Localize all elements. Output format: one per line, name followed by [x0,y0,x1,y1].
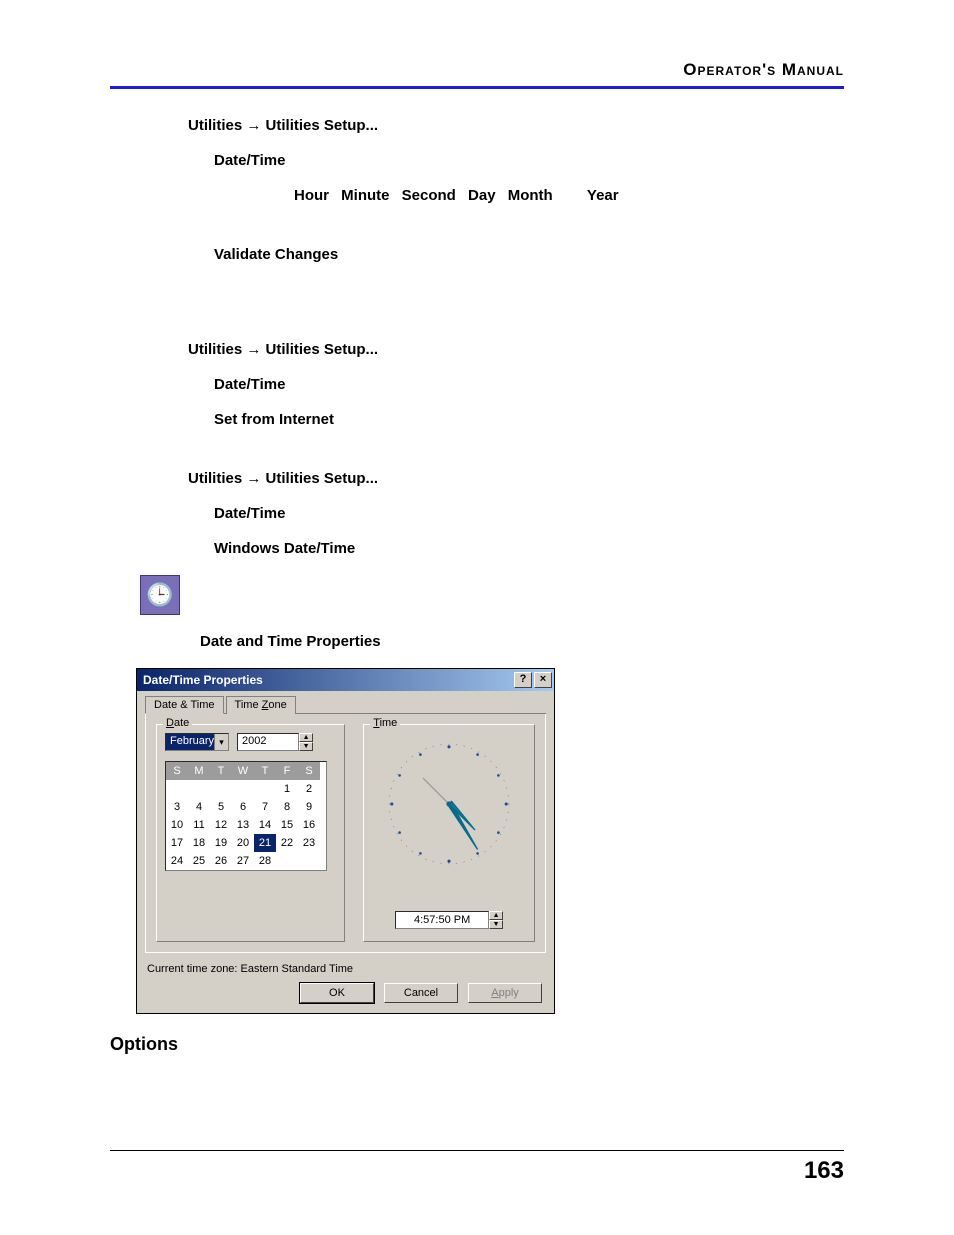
calendar-empty [276,852,298,870]
calendar-day[interactable]: 13 [232,816,254,834]
calendar-empty [254,780,276,798]
dialog-tabs: Date & Time Time Zone [145,695,546,714]
date-time-icon: 🕒 [140,575,180,615]
calendar-day[interactable]: 19 [210,834,232,852]
calendar-day[interactable]: 24 [166,852,188,870]
page-header-title: Operator's Manual [110,60,844,80]
item-windows-date-time: Windows Date/Time [214,540,844,557]
validate-changes-label: Validate Changes [214,246,844,263]
item-date-time-3: Date/Time [214,505,844,522]
calendar-day[interactable]: 27 [232,852,254,870]
calendar-day[interactable]: 4 [188,798,210,816]
calendar-day[interactable]: 17 [166,834,188,852]
calendar-empty [298,852,320,870]
calendar-day-header: S [166,762,188,780]
nav-path-3: Utilities → Utilities Setup... [188,470,844,487]
calendar-day[interactable]: 10 [166,816,188,834]
apply-button[interactable]: Apply [468,983,542,1003]
item-set-from-internet: Set from Internet [214,411,844,428]
calendar-empty [232,780,254,798]
help-button[interactable]: ? [514,672,532,688]
item-date-time-2: Date/Time [214,376,844,393]
calendar-day[interactable]: 9 [298,798,320,816]
nav-path-2: Utilities → Utilities Setup... [188,341,844,358]
time-parts-labels: Hour Minute Second Day Month Year [294,187,844,204]
calendar-day[interactable]: 2 [298,780,320,798]
calendar-day[interactable]: 20 [232,834,254,852]
nav-path-1: Utilities → Utilities Setup... [188,117,844,134]
calendar-empty [166,780,188,798]
calendar-day[interactable]: 6 [232,798,254,816]
analog-clock [384,739,514,869]
calendar-day[interactable]: 7 [254,798,276,816]
close-button[interactable]: × [534,672,552,688]
calendar[interactable]: SMTWTFS 12345678910111213141516171819202… [165,761,327,871]
current-timezone-label: Current time zone: Eastern Standard Time [147,963,544,975]
header-rule [110,86,844,89]
calendar-day-header: M [188,762,210,780]
calendar-day-header: T [210,762,232,780]
footer-rule [110,1150,844,1151]
year-spin-down[interactable]: ▼ [299,742,313,751]
time-spin-down[interactable]: ▼ [489,920,503,929]
calendar-row: 17181920212223 [166,834,326,852]
date-fieldset: Date February 2002 ▲ ▼ SMTWTFS [156,724,345,942]
calendar-day[interactable]: 25 [188,852,210,870]
time-input[interactable]: 4:57:50 PM [395,911,489,929]
calendar-row: 12 [166,780,326,798]
calendar-header-row: SMTWTFS [166,762,326,780]
year-spinner[interactable]: 2002 [237,733,299,751]
calendar-row: 3456789 [166,798,326,816]
dialog-title: Date/Time Properties [143,673,263,687]
month-combo[interactable]: February [165,733,229,751]
calendar-day[interactable]: 16 [298,816,320,834]
calendar-day[interactable]: 28 [254,852,276,870]
calendar-day[interactable]: 5 [210,798,232,816]
options-heading: Options [110,1034,844,1055]
cancel-button[interactable]: Cancel [384,983,458,1003]
calendar-day-header: S [298,762,320,780]
ok-button[interactable]: OK [300,983,374,1003]
calendar-day[interactable]: 18 [188,834,210,852]
calendar-day[interactable]: 22 [276,834,298,852]
item-date-time-1: Date/Time [214,152,844,169]
time-spin-up[interactable]: ▲ [489,911,503,920]
calendar-day[interactable]: 26 [210,852,232,870]
time-fieldset: Time [363,724,535,942]
calendar-day-header: W [232,762,254,780]
calendar-row: 10111213141516 [166,816,326,834]
calendar-day[interactable]: 12 [210,816,232,834]
date-time-properties-label: Date and Time Properties [200,633,844,650]
calendar-day-header: F [276,762,298,780]
calendar-row: 2425262728 [166,852,326,870]
calendar-empty [188,780,210,798]
calendar-day[interactable]: 11 [188,816,210,834]
tab-time-zone[interactable]: Time Zone [226,696,296,714]
calendar-day[interactable]: 23 [298,834,320,852]
calendar-day[interactable]: 8 [276,798,298,816]
calendar-day[interactable]: 3 [166,798,188,816]
calendar-day-header: T [254,762,276,780]
year-spin-up[interactable]: ▲ [299,733,313,742]
date-time-properties-dialog: Date/Time Properties ? × Date & Time Tim… [136,668,555,1014]
calendar-day[interactable]: 21 [254,834,276,852]
calendar-day[interactable]: 1 [276,780,298,798]
calendar-day[interactable]: 14 [254,816,276,834]
calendar-empty [210,780,232,798]
page-number: 163 [110,1157,844,1185]
dialog-titlebar[interactable]: Date/Time Properties ? × [137,669,554,691]
calendar-day[interactable]: 15 [276,816,298,834]
tab-date-and-time[interactable]: Date & Time [145,696,224,714]
